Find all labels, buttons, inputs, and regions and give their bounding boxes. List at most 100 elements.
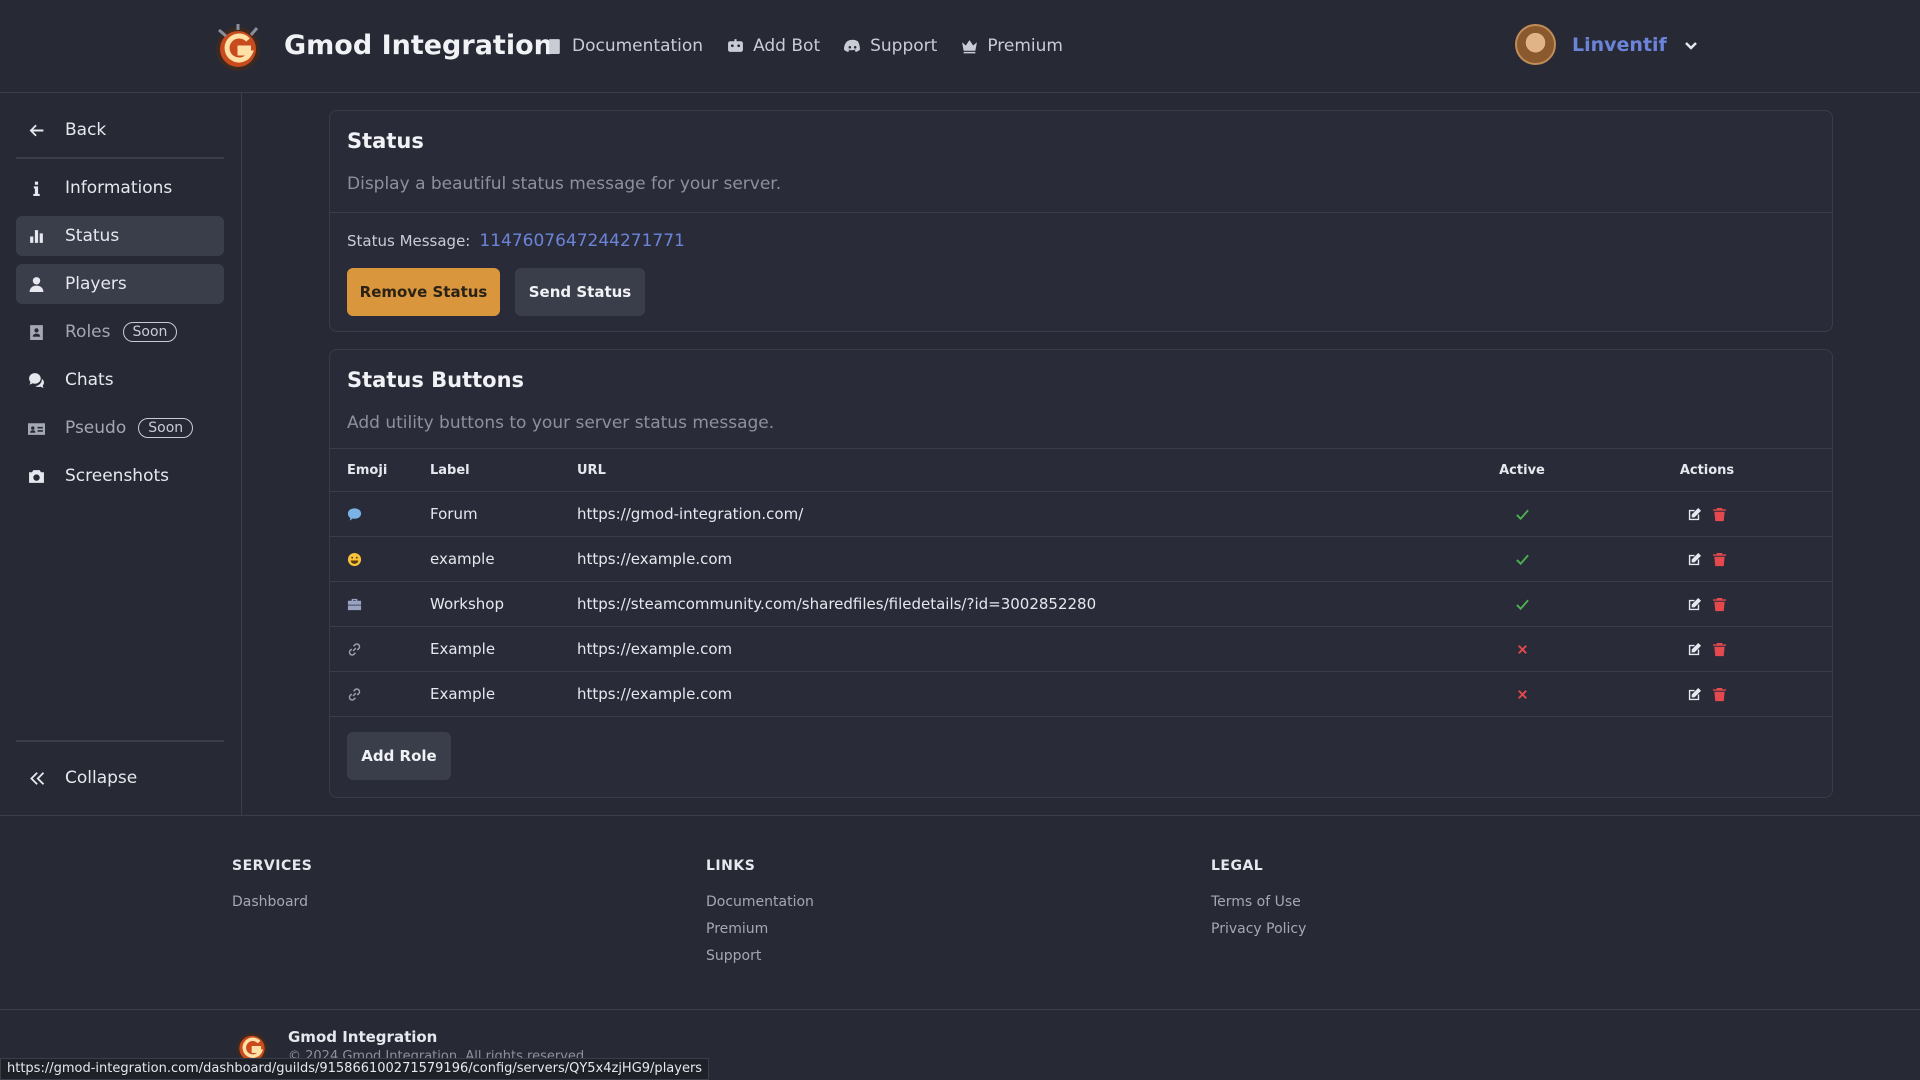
footer-link-terms[interactable]: Terms of Use bbox=[1211, 894, 1306, 910]
username[interactable]: Linventif bbox=[1572, 34, 1667, 56]
table-row: Example https://example.com bbox=[330, 626, 1832, 672]
status-buttons-title: Status Buttons bbox=[347, 368, 525, 392]
nav-label: Add Bot bbox=[753, 36, 821, 56]
row-label: Example bbox=[430, 671, 577, 717]
status-buttons-table: Emoji Label URL Active Actions Forum htt… bbox=[330, 448, 1832, 717]
link-emoji-icon bbox=[348, 643, 361, 656]
gmod-logo-icon[interactable] bbox=[211, 20, 265, 74]
footer-link-documentation[interactable]: Documentation bbox=[706, 894, 814, 910]
collapse-button[interactable]: Collapse bbox=[16, 758, 224, 798]
id-card-icon bbox=[28, 422, 45, 435]
send-status-button[interactable]: Send Status bbox=[515, 268, 645, 316]
discord-icon bbox=[844, 39, 861, 52]
sidebar-item-informations[interactable]: Informations bbox=[16, 168, 224, 208]
table-row: example https://example.com bbox=[330, 536, 1832, 582]
row-url: https://steamcommunity.com/sharedfiles/f… bbox=[577, 581, 1462, 627]
row-label: Workshop bbox=[430, 581, 577, 627]
footer-link-privacy[interactable]: Privacy Policy bbox=[1211, 921, 1306, 937]
id-badge-icon bbox=[30, 324, 43, 340]
user-menu[interactable]: Linventif bbox=[1515, 24, 1699, 65]
cross-icon bbox=[1517, 645, 1527, 654]
sidebar-item-players[interactable]: Players bbox=[16, 264, 224, 304]
footer-link-premium[interactable]: Premium bbox=[706, 921, 814, 937]
status-message-row: Status Message: 1147607647244271771 bbox=[347, 231, 685, 251]
sidebar-divider bbox=[16, 740, 224, 742]
top-bar: Gmod Integration Documentation Add Bot S… bbox=[0, 0, 1920, 93]
back-button[interactable]: Back bbox=[16, 110, 224, 150]
footer-link-dashboard[interactable]: Dashboard bbox=[232, 894, 312, 910]
sidebar-item-label: Screenshots bbox=[65, 466, 170, 486]
chevron-down-icon[interactable] bbox=[1683, 37, 1699, 53]
check-icon bbox=[1515, 509, 1529, 521]
sidebar: Back Informations Status Players Roles S… bbox=[0, 93, 242, 815]
footer-heading: LINKS bbox=[706, 858, 756, 874]
browser-status-bar: https://gmod-integration.com/dashboard/g… bbox=[0, 1058, 710, 1080]
nav-add-bot[interactable]: Add Bot bbox=[727, 36, 820, 56]
edit-icon[interactable] bbox=[1687, 687, 1702, 702]
row-url: https://example.com bbox=[577, 536, 1462, 582]
table-row: Workshop https://steamcommunity.com/shar… bbox=[330, 581, 1832, 627]
status-buttons-description: Add utility buttons to your server statu… bbox=[347, 413, 775, 433]
nav-premium[interactable]: Premium bbox=[961, 36, 1063, 56]
footer-divider bbox=[0, 1009, 1920, 1010]
nav-label: Support bbox=[870, 36, 938, 56]
card-divider bbox=[330, 212, 1832, 213]
brand-title[interactable]: Gmod Integration bbox=[284, 30, 553, 61]
footer-links: LINKS Documentation Premium Support bbox=[706, 858, 814, 975]
nav-support[interactable]: Support bbox=[844, 36, 937, 56]
cross-icon bbox=[1517, 690, 1527, 699]
footer: SERVICES Dashboard LINKS Documentation P… bbox=[0, 815, 1920, 1080]
soon-badge: Soon bbox=[138, 418, 194, 438]
sidebar-item-label: Pseudo bbox=[65, 418, 127, 438]
user-icon bbox=[29, 276, 44, 292]
sidebar-item-label: Status bbox=[65, 226, 120, 246]
trash-icon[interactable] bbox=[1712, 687, 1727, 702]
status-title: Status bbox=[347, 129, 424, 153]
robot-icon bbox=[728, 38, 743, 52]
sidebar-item-roles[interactable]: Roles Soon bbox=[16, 312, 224, 352]
sidebar-item-screenshots[interactable]: Screenshots bbox=[16, 456, 224, 496]
grinning-emoji-icon bbox=[347, 552, 362, 567]
sidebar-item-label: Informations bbox=[65, 178, 173, 198]
edit-icon[interactable] bbox=[1687, 552, 1702, 567]
sidebar-item-chats[interactable]: Chats bbox=[16, 360, 224, 400]
footer-legal: LEGAL Terms of Use Privacy Policy bbox=[1211, 858, 1306, 948]
trash-icon[interactable] bbox=[1712, 642, 1727, 657]
link-emoji-icon bbox=[348, 688, 361, 701]
sidebar-item-status[interactable]: Status bbox=[16, 216, 224, 256]
trash-icon[interactable] bbox=[1712, 507, 1727, 522]
status-description: Display a beautiful status message for y… bbox=[347, 174, 782, 194]
toolbox-emoji-icon bbox=[347, 598, 362, 611]
nav-label: Premium bbox=[987, 36, 1063, 56]
chat-icon bbox=[29, 372, 44, 388]
main-nav: Documentation Add Bot Support Premium bbox=[546, 36, 1063, 56]
column-header-actions: Actions bbox=[1582, 448, 1832, 492]
avatar[interactable] bbox=[1515, 24, 1556, 65]
table-header-row: Emoji Label URL Active Actions bbox=[330, 448, 1832, 492]
footer-brand: Gmod Integration bbox=[288, 1028, 438, 1046]
table-row: Example https://example.com bbox=[330, 671, 1832, 717]
bar-chart-icon bbox=[30, 229, 43, 243]
table-row: Forum https://gmod-integration.com/ bbox=[330, 491, 1832, 537]
edit-icon[interactable] bbox=[1687, 597, 1702, 612]
add-role-button[interactable]: Add Role bbox=[347, 732, 451, 780]
sidebar-item-pseudo[interactable]: Pseudo Soon bbox=[16, 408, 224, 448]
column-header-url: URL bbox=[577, 448, 1462, 492]
trash-icon[interactable] bbox=[1712, 597, 1727, 612]
sidebar-divider bbox=[16, 157, 224, 159]
trash-icon[interactable] bbox=[1712, 552, 1727, 567]
footer-heading: SERVICES bbox=[232, 858, 313, 874]
sidebar-item-label: Back bbox=[65, 120, 107, 140]
row-url: https://example.com bbox=[577, 671, 1462, 717]
edit-icon[interactable] bbox=[1687, 642, 1702, 657]
nav-documentation[interactable]: Documentation bbox=[546, 36, 703, 56]
camera-icon bbox=[29, 469, 44, 483]
check-icon bbox=[1515, 554, 1529, 566]
remove-status-button[interactable]: Remove Status bbox=[347, 268, 500, 316]
footer-link-support[interactable]: Support bbox=[706, 948, 814, 964]
row-url: https://gmod-integration.com/ bbox=[577, 491, 1462, 537]
status-card: Status Display a beautiful status messag… bbox=[329, 110, 1833, 332]
edit-icon[interactable] bbox=[1687, 507, 1702, 522]
status-message-link[interactable]: 1147607647244271771 bbox=[479, 231, 685, 251]
footer-services: SERVICES Dashboard bbox=[232, 858, 312, 921]
